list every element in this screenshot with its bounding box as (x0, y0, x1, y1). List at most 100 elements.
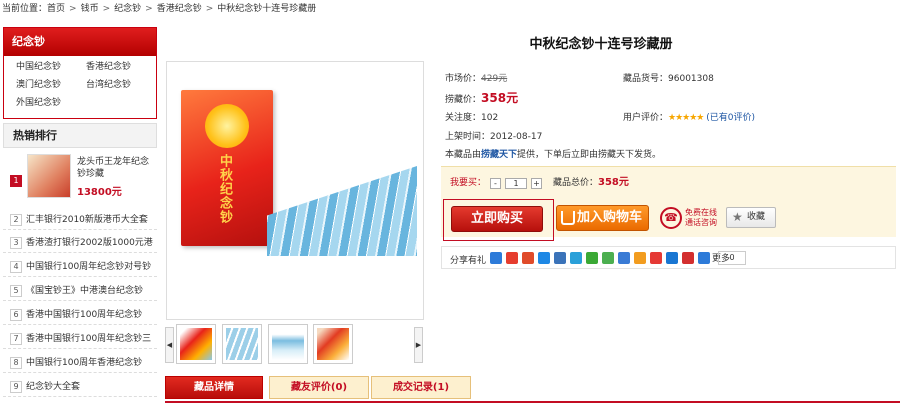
gallery-prev-button[interactable]: ◀ (165, 327, 174, 363)
product-image[interactable]: 中秋纪念钞 (166, 61, 424, 320)
taobao-share-icon[interactable] (682, 252, 694, 264)
date-label: 上架时间： (445, 132, 491, 142)
hot-item-title[interactable]: 香港中国银行100周年纪念钞三 (26, 333, 156, 345)
album-cover-text: 中秋纪念钞 (217, 154, 232, 224)
hot-list-item[interactable]: 2 汇丰银行2010新版港币大全套 (3, 210, 157, 230)
sohu-share-icon[interactable] (634, 252, 646, 264)
phone-icon: ☎ (660, 207, 682, 229)
provider-pre: 本藏品由 (445, 150, 482, 160)
provider-link[interactable]: 捞藏天下 (481, 150, 517, 160)
cart-icon (561, 211, 575, 225)
product-thumbnail[interactable] (27, 154, 71, 198)
rating-count-link[interactable]: (已有0评价) (706, 113, 755, 123)
banknotes-image (267, 166, 417, 256)
quantity-minus-button[interactable]: - (490, 178, 501, 189)
category-link-foreign[interactable]: 外国纪念钞 (16, 97, 86, 110)
price-row: 捞藏价：358元 (445, 91, 518, 107)
kaixin-share-icon[interactable] (538, 252, 550, 264)
gallery-thumbnail[interactable] (222, 324, 262, 364)
breadcrumb-coins[interactable]: 钱币 (81, 4, 99, 14)
total-price: 358元 (598, 177, 629, 188)
tab-reviews[interactable]: 藏友评价(0) (269, 376, 369, 399)
hot-item-title[interactable]: 龙头币王龙年纪念钞珍藏 (77, 156, 157, 180)
star-icon: ★ (732, 210, 743, 224)
hot-item-title[interactable]: 中国银行100周年纪念钞对号钞 (26, 261, 156, 273)
breadcrumb-current: 中秋纪念钞十连号珍藏册 (217, 4, 317, 14)
gallery-next-button[interactable]: ▶ (414, 327, 423, 363)
product-id-row: 藏品货号：96001308 (623, 73, 714, 85)
hot-list-item[interactable]: 7 香港中国银行100周年纪念钞三 (3, 329, 157, 349)
tencent-share-icon[interactable] (666, 252, 678, 264)
renren-share-icon[interactable] (522, 252, 534, 264)
hot-item-title[interactable]: 纪念钞大全套 (26, 381, 156, 393)
hot-item-title[interactable]: 香港渣打银行2002版1000元港 (26, 237, 156, 249)
phone-consult-button[interactable]: ☎ 免费在线 通话咨询 (660, 205, 720, 231)
rank-number: 6 (10, 309, 22, 321)
hot-item-title[interactable]: 中国银行100周年香港纪念钞 (26, 357, 156, 369)
hot-list-item[interactable]: 3 香港渣打银行2002版1000元港 (3, 233, 157, 253)
category-link-macau[interactable]: 澳门纪念钞 (16, 79, 86, 92)
attention-label: 关注度： (445, 113, 482, 123)
quantity-input[interactable]: 1 (505, 178, 527, 189)
favorite-button[interactable]: ★ 收藏 (726, 207, 776, 228)
share-count: 0 (718, 251, 746, 265)
breadcrumb: 当前位置：首页 > 钱币 > 纪念钞 > 香港纪念钞 > 中秋纪念钞十连号珍藏册 (2, 2, 316, 16)
hot-item-top[interactable]: 1 龙头币王龙年纪念钞珍藏 13800元 (3, 150, 157, 208)
baidu-share-icon[interactable] (554, 252, 566, 264)
feixin-share-icon[interactable] (618, 252, 630, 264)
provider-post: 提供，下单后立即由捞藏天下发货。 (517, 150, 662, 160)
netease-share-icon[interactable] (650, 252, 662, 264)
category-link-taiwan[interactable]: 台湾纪念钞 (86, 79, 156, 92)
quantity-plus-button[interactable]: + (531, 178, 542, 189)
attention-row: 关注度：102 (445, 112, 498, 124)
rank-number: 4 (10, 261, 22, 273)
gallery-thumbnail[interactable] (313, 324, 353, 364)
market-price-label: 市场价： (445, 74, 482, 84)
gallery-thumbnail[interactable] (268, 324, 308, 364)
hot-item-title[interactable]: 香港中国银行100周年纪念钞 (26, 309, 156, 321)
quantity-label: 我要买： (450, 178, 487, 188)
rank-number: 2 (10, 214, 22, 226)
gallery-thumbnail[interactable] (176, 324, 216, 364)
rank-number: 7 (10, 333, 22, 345)
market-price: 429元 (481, 74, 508, 84)
hot-list-item[interactable]: 5 《国宝钞王》中港澳台纪念钞 (3, 281, 157, 301)
rank-number: 3 (10, 237, 22, 249)
rank-number: 5 (10, 285, 22, 297)
clover-share-icon[interactable] (586, 252, 598, 264)
breadcrumb-banknotes[interactable]: 纪念钞 (114, 4, 141, 14)
total-label: 藏品总价： (553, 178, 599, 188)
category-link-china[interactable]: 中国纪念钞 (16, 61, 86, 74)
add-to-cart-button[interactable]: 加入购物车 (556, 205, 649, 231)
product-title: 中秋纪念钞十连号珍藏册 (529, 37, 673, 52)
category-link-hongkong[interactable]: 香港纪念钞 (86, 61, 156, 74)
moon-image (205, 104, 249, 148)
hot-list-item[interactable]: 4 中国银行100周年纪念钞对号钞 (3, 257, 157, 277)
buy-now-button[interactable]: 立即购买 (451, 206, 543, 232)
qzone-share-icon[interactable] (490, 252, 502, 264)
breadcrumb-sep: > (145, 4, 153, 14)
hot-item-title[interactable]: 汇丰银行2010新版港币大全套 (26, 214, 156, 226)
rank-number: 1 (10, 175, 22, 187)
rank-number: 8 (10, 357, 22, 369)
breadcrumb-hk-banknotes[interactable]: 香港纪念钞 (157, 4, 202, 14)
hot-list-item[interactable]: 6 香港中国银行100周年纪念钞 (3, 305, 157, 325)
breadcrumb-sep: > (205, 4, 214, 14)
product-id-label: 藏品货号： (623, 74, 669, 84)
add-to-cart-label: 加入购物车 (577, 210, 643, 225)
hot-item-title[interactable]: 《国宝钞王》中港澳台纪念钞 (26, 285, 156, 297)
hot-list-item[interactable]: 8 中国银行100周年香港纪念钞 (3, 353, 157, 373)
rating-label: 用户评价： (623, 113, 669, 123)
breadcrumb-home[interactable]: 首页 (47, 4, 65, 14)
tab-transactions[interactable]: 成交记录(1) (371, 376, 471, 399)
category-box: 纪念钞 中国纪念钞 香港纪念钞 澳门纪念钞 台湾纪念钞 外国纪念钞 (3, 27, 157, 119)
douban-green-share-icon[interactable] (602, 252, 614, 264)
listing-date: 2012-08-17 (490, 132, 543, 142)
rating-row: 用户评价：★★★★★ (已有0评价) (623, 112, 755, 124)
douban-share-icon[interactable] (570, 252, 582, 264)
hot-list-item[interactable]: 9 纪念钞大全套 (3, 377, 157, 397)
rank-number: 9 (10, 381, 22, 393)
tab-details[interactable]: 藏品详情 (165, 376, 263, 399)
category-title: 纪念钞 (4, 28, 156, 56)
weibo-share-icon[interactable] (506, 252, 518, 264)
